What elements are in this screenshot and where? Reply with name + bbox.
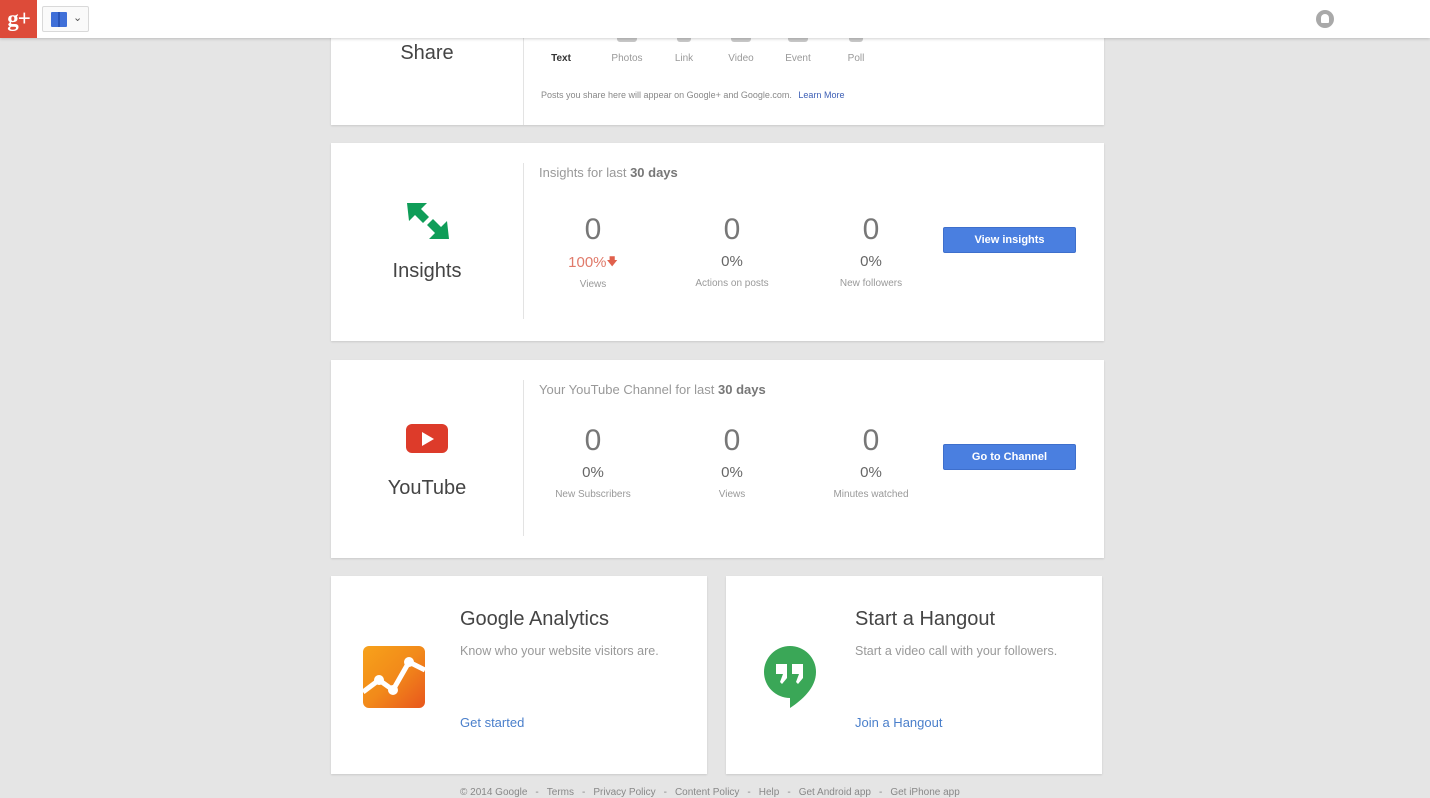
share-title: Share [400, 42, 454, 64]
analytics-title: Google Analytics [460, 608, 609, 630]
youtube-play-icon [406, 424, 448, 453]
stat-value: 0 [723, 424, 741, 457]
youtube-card: YouTube Your YouTube Channel for last 30… [331, 360, 1104, 558]
insights-heading: Insights for last 30 days [539, 165, 678, 180]
stat-label: New followers [839, 278, 903, 289]
stat-label: Views [579, 279, 607, 290]
youtube-stat-minutes: 0 0% Minutes watched [801, 424, 941, 500]
footer-android-link[interactable]: Get Android app [799, 787, 871, 798]
go-to-channel-button[interactable]: Go to Channel [943, 444, 1076, 470]
join-hangout-link[interactable]: Join a Hangout [855, 715, 942, 730]
stat-change: 0% [860, 464, 882, 481]
learn-more-link[interactable]: Learn More [798, 90, 844, 100]
footer-iphone-link[interactable]: Get iPhone app [890, 787, 960, 798]
hangout-card: Start a Hangout Start a video call with … [726, 576, 1102, 774]
analytics-description: Know who your website visitors are. [460, 644, 659, 658]
share-tab-label: Video [728, 53, 754, 64]
share-tab-label: Event [785, 53, 811, 64]
hangout-description: Start a video call with your followers. [855, 644, 1058, 658]
notifications-bell-icon[interactable] [1316, 10, 1334, 28]
insights-heading-prefix: Insights for last [539, 165, 627, 180]
stat-change-value: 100% [568, 254, 607, 271]
stat-value: 0 [584, 424, 602, 457]
youtube-heading-period: 30 days [718, 382, 766, 397]
insights-heading-period: 30 days [630, 165, 678, 180]
stat-value: 0 [862, 424, 880, 457]
stat-change: 0% [860, 253, 882, 270]
insights-title: Insights [392, 260, 462, 282]
insights-arrows-icon [407, 203, 449, 239]
top-bar: g+ ⌄ [0, 0, 1430, 38]
share-note: Posts you share here will appear on Goog… [541, 90, 844, 100]
stat-label: Minutes watched [833, 489, 909, 500]
youtube-stat-views: 0 0% Views [662, 424, 802, 500]
stat-change: 0% [721, 253, 743, 270]
youtube-title: YouTube [387, 477, 467, 499]
hangouts-quote-icon [764, 646, 816, 708]
insights-stat-views: 0 100%🡇 Views [523, 213, 663, 290]
share-tab-label: Poll [847, 53, 865, 64]
arrow-down-icon: 🡇 [606, 256, 618, 268]
stat-value: 0 [584, 213, 602, 246]
insights-card: Insights Insights for last 30 days 0 100… [331, 143, 1104, 341]
analytics-chart-icon [363, 646, 425, 708]
stat-value: 0 [862, 213, 880, 246]
footer: © 2014 Google - Terms - Privacy Policy - Conte… [460, 787, 960, 798]
page-book-icon [51, 12, 67, 27]
stat-change: 0% [582, 464, 604, 481]
share-tab-label: Photos [611, 53, 643, 64]
insights-stat-followers: 0 0% New followers [801, 213, 941, 289]
insights-stat-actions: 0 0% Actions on posts [662, 213, 802, 289]
get-started-link[interactable]: Get started [460, 715, 524, 730]
share-note-text: Posts you share here will appear on Goog… [541, 90, 792, 100]
stat-value: 0 [723, 213, 741, 246]
footer-privacy-link[interactable]: Privacy Policy [593, 787, 655, 798]
footer-content-policy-link[interactable]: Content Policy [675, 787, 739, 798]
analytics-card: Google Analytics Know who your website v… [331, 576, 707, 774]
stat-change: 100%🡇 [523, 253, 663, 272]
share-tab-label: Link [674, 53, 694, 64]
youtube-heading-prefix: Your YouTube Channel for last [539, 382, 715, 397]
stat-label: New Subscribers [555, 489, 631, 500]
youtube-heading: Your YouTube Channel for last 30 days [539, 382, 766, 397]
stat-label: Actions on posts [695, 278, 769, 289]
footer-copyright: © 2014 Google [460, 787, 528, 798]
footer-terms-link[interactable]: Terms [547, 787, 574, 798]
stat-label: Views [718, 489, 746, 500]
footer-help-link[interactable]: Help [759, 787, 780, 798]
page-switcher-button[interactable]: ⌄ [42, 6, 89, 32]
google-plus-logo[interactable]: g+ [0, 0, 37, 38]
chevron-down-icon: ⌄ [73, 12, 83, 24]
share-tab-label: Text [551, 53, 571, 64]
hangout-title: Start a Hangout [855, 608, 996, 630]
view-insights-button[interactable]: View insights [943, 227, 1076, 253]
stat-change: 0% [721, 464, 743, 481]
youtube-stat-subscribers: 0 0% New Subscribers [523, 424, 663, 500]
analytics-chart-graphic [363, 657, 425, 695]
